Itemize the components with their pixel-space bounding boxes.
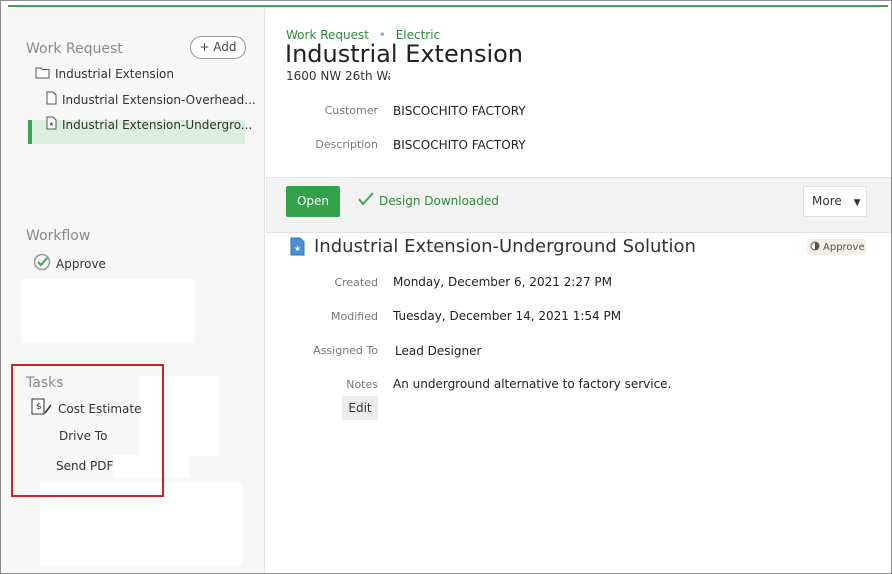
badge-label: Approve [823,241,865,253]
description-value: BISCOCHITO FACTORY [393,138,526,152]
svg-text:★: ★ [294,244,301,253]
redacted-block [385,406,512,440]
add-button[interactable]: + Add [190,36,246,59]
created-value: Monday, December 6, 2021 2:27 PM [393,275,613,289]
starred-document-icon: ★ [46,116,57,133]
modified-value: Tuesday, December 14, 2021 1:54 PM [393,309,622,323]
workflow-item-label: Approve [56,256,106,271]
action-toolbar: Open Design Downloaded More ▼ [266,177,891,233]
document-icon [46,91,57,108]
checkmark-icon [358,192,374,209]
workflow-item-approve[interactable]: Approve [33,253,106,274]
assigned-to-label: Assigned To [313,344,378,357]
chevron-down-icon: ▼ [853,198,861,208]
customer-value: BISCOCHITO FACTORY [393,104,526,118]
redacted-block [22,279,194,343]
tree-item-label: Industrial Extension-Undergro... [62,117,253,132]
tree-item-label: Industrial Extension [55,67,175,81]
design-title: Industrial Extension-Underground Solutio… [314,236,696,257]
main-panel: Work Request • Electric Industrial Exten… [266,8,891,573]
svg-text:★: ★ [49,121,54,128]
customer-label: Customer [324,104,378,117]
open-button[interactable]: Open [286,186,340,217]
redacted-block [389,444,542,468]
tree-item-label: Industrial Extension-Overhead... [62,92,256,107]
folder-icon [35,66,50,82]
more-label: More [812,194,842,208]
notes-label: Notes [346,378,378,391]
starred-document-icon: ★ [290,237,305,260]
address: 1600 NW 26th Way [286,69,402,83]
redacted-block [390,66,444,90]
notes-value: An underground alternative to factory se… [393,377,672,391]
tree-item-industrial-extension[interactable]: Industrial Extension [35,66,174,82]
page-title: Industrial Extension [285,40,524,68]
description-label: Description [315,138,378,151]
tree-item-overhead[interactable]: Industrial Extension-Overhead... [46,91,256,108]
status-label: Design Downloaded [379,193,499,208]
approve-status-badge: Approve [807,239,866,255]
tasks-highlight-box [11,364,164,497]
tree-item-underground[interactable]: ★ Industrial Extension-Undergro... [46,116,252,133]
assigned-to-value[interactable]: Lead Designer [395,344,481,358]
workflow-heading: Workflow [26,228,91,244]
top-accent-bar [8,5,888,7]
check-circle-icon [33,253,51,274]
edit-button[interactable]: Edit [342,396,378,420]
half-circle-icon [810,241,820,254]
design-downloaded-status: Design Downloaded [358,192,499,209]
modified-label: Modified [331,310,378,323]
created-label: Created [334,276,378,289]
work-request-heading: Work Request [26,41,123,57]
more-button[interactable]: More ▼ [803,186,867,217]
